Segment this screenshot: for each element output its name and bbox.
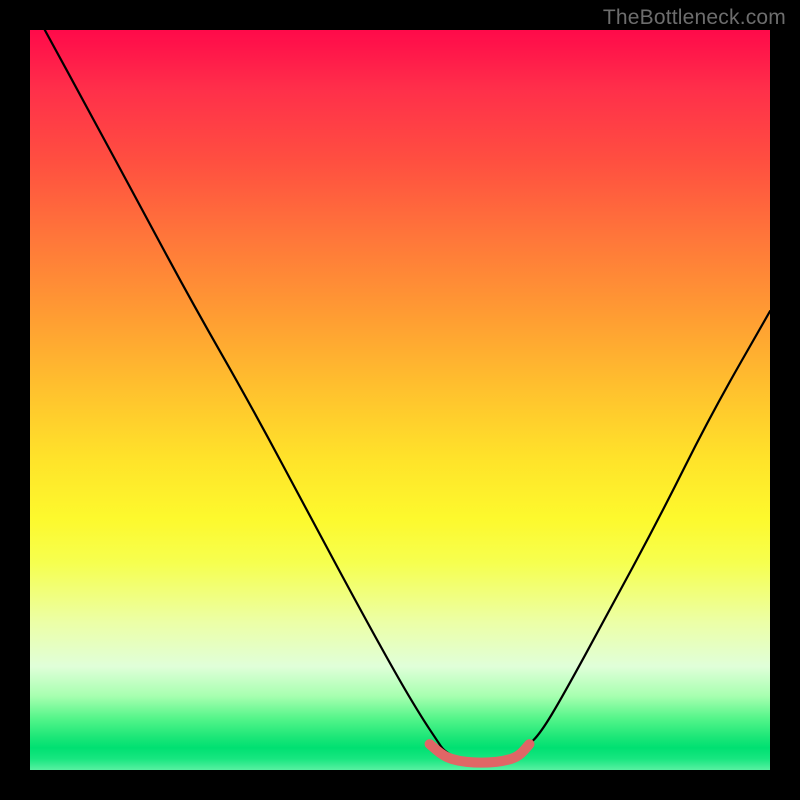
watermark-text: TheBottleneck.com xyxy=(603,6,786,30)
bottleneck-curve xyxy=(45,30,770,763)
chart-frame: TheBottleneck.com xyxy=(0,0,800,800)
optimal-range-marker xyxy=(430,744,530,763)
chart-svg xyxy=(30,30,770,770)
plot-area xyxy=(30,30,770,770)
